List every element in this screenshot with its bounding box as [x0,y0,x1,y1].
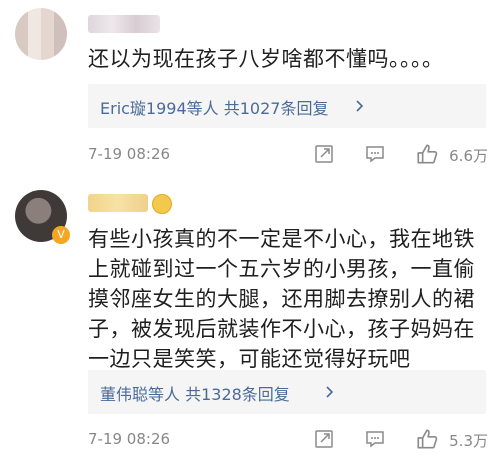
reply-summary-text: Eric璇1994等人 共1027条回复 [100,99,329,118]
chevron-right-icon [356,100,364,112]
like-count: 5.3万 [449,432,488,450]
comment-item-1: 还以为现在孩子八岁啥都不懂吗。。。。 Eric璇1994等人 共1027条回复 … [0,0,500,180]
chevron-right-icon [326,386,334,398]
username-blurred[interactable] [88,194,148,212]
share-icon[interactable] [313,428,335,450]
comment-icon[interactable] [364,428,386,450]
username-blurred[interactable] [88,15,160,33]
comment-meta: 7-19 08:26 5.3万 [88,428,488,452]
comment-text: 还以为现在孩子八岁啥都不懂吗。。。。 [88,47,444,71]
timestamp: 7-19 08:26 [88,430,171,448]
timestamp: 7-19 08:26 [88,145,171,163]
like-count: 6.6万 [449,147,488,165]
comment-meta: 7-19 08:26 6.6万 [88,143,488,167]
reply-summary-text: 董伟聪等人 共1328条回复 [100,385,290,404]
reply-summary-box[interactable]: Eric璇1994等人 共1027条回复 [88,84,486,128]
share-icon[interactable] [313,143,335,165]
comment-item-2: V 有些小孩真的不一定是不小心，我在地铁上就碰到过一个五六岁的小男孩，一直偷摸邻… [0,180,500,459]
comment-icon[interactable] [364,143,386,165]
thumbs-up-icon[interactable] [415,142,439,166]
avatar[interactable] [15,8,67,60]
verified-badge-icon: V [52,226,70,244]
reply-summary-box[interactable]: 董伟聪等人 共1328条回复 [88,370,486,414]
medal-icon [152,194,172,214]
thumbs-up-icon[interactable] [415,427,439,451]
comment-text: 有些小孩真的不一定是不小心，我在地铁上就碰到过一个五六岁的小男孩，一直偷摸邻座女… [88,227,475,371]
